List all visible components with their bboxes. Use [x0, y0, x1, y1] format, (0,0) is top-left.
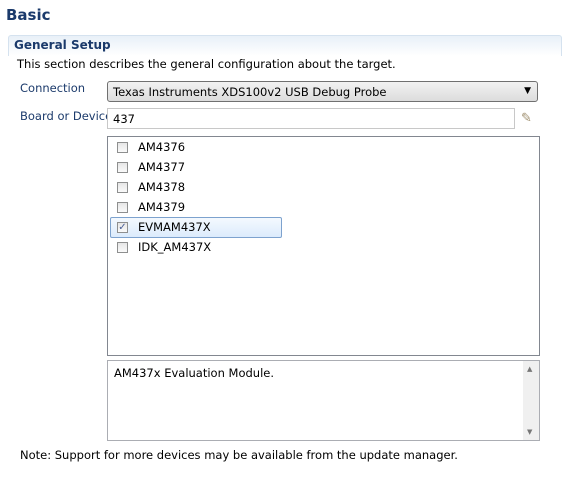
- clear-filter-icon[interactable]: ✎: [521, 111, 532, 126]
- note-text: Note: Support for more devices may be av…: [20, 448, 458, 462]
- checkbox-checked[interactable]: ✓: [117, 222, 128, 233]
- board-label: Board or Device: [20, 109, 113, 123]
- checkbox[interactable]: [117, 142, 128, 153]
- page-title: Basic: [6, 6, 51, 24]
- section-description: This section describes the general confi…: [17, 57, 396, 71]
- checkbox[interactable]: [117, 242, 128, 253]
- device-description: AM437x Evaluation Module.: [114, 366, 275, 380]
- list-item[interactable]: AM4376: [110, 138, 282, 157]
- list-item-selected[interactable]: ✓ EVMAM437X: [110, 217, 282, 238]
- item-label: EVMAM437X: [138, 220, 211, 234]
- checkbox[interactable]: [117, 182, 128, 193]
- device-description-box[interactable]: AM437x Evaluation Module. ▲ ▼: [107, 360, 540, 441]
- board-filter-input[interactable]: [107, 108, 515, 129]
- list-item[interactable]: AM4378: [110, 178, 282, 197]
- device-list[interactable]: AM4376 AM4377 AM4378 AM4379 ✓ EVMAM437X I…: [107, 136, 540, 356]
- item-label: AM4379: [138, 200, 186, 214]
- connection-dropdown[interactable]: Texas Instruments XDS100v2 USB Debug Pro…: [107, 81, 538, 102]
- scrollbar[interactable]: ▲ ▼: [523, 361, 539, 440]
- list-item[interactable]: AM4377: [110, 158, 282, 177]
- item-label: IDK_AM437X: [138, 240, 212, 254]
- section-title[interactable]: General Setup: [14, 38, 111, 52]
- item-label: AM4377: [138, 160, 186, 174]
- connection-value: Texas Instruments XDS100v2 USB Debug Pro…: [113, 85, 387, 99]
- checkbox[interactable]: [117, 162, 128, 173]
- chevron-down-icon: ▼: [524, 86, 531, 96]
- item-label: AM4376: [138, 140, 186, 154]
- connection-label: Connection: [20, 81, 86, 95]
- scroll-down-icon[interactable]: ▼: [527, 428, 532, 436]
- item-label: AM4378: [138, 180, 186, 194]
- checkbox[interactable]: [117, 202, 128, 213]
- list-item[interactable]: IDK_AM437X: [110, 238, 282, 257]
- scroll-up-icon[interactable]: ▲: [527, 365, 532, 373]
- list-item[interactable]: AM4379: [110, 198, 282, 217]
